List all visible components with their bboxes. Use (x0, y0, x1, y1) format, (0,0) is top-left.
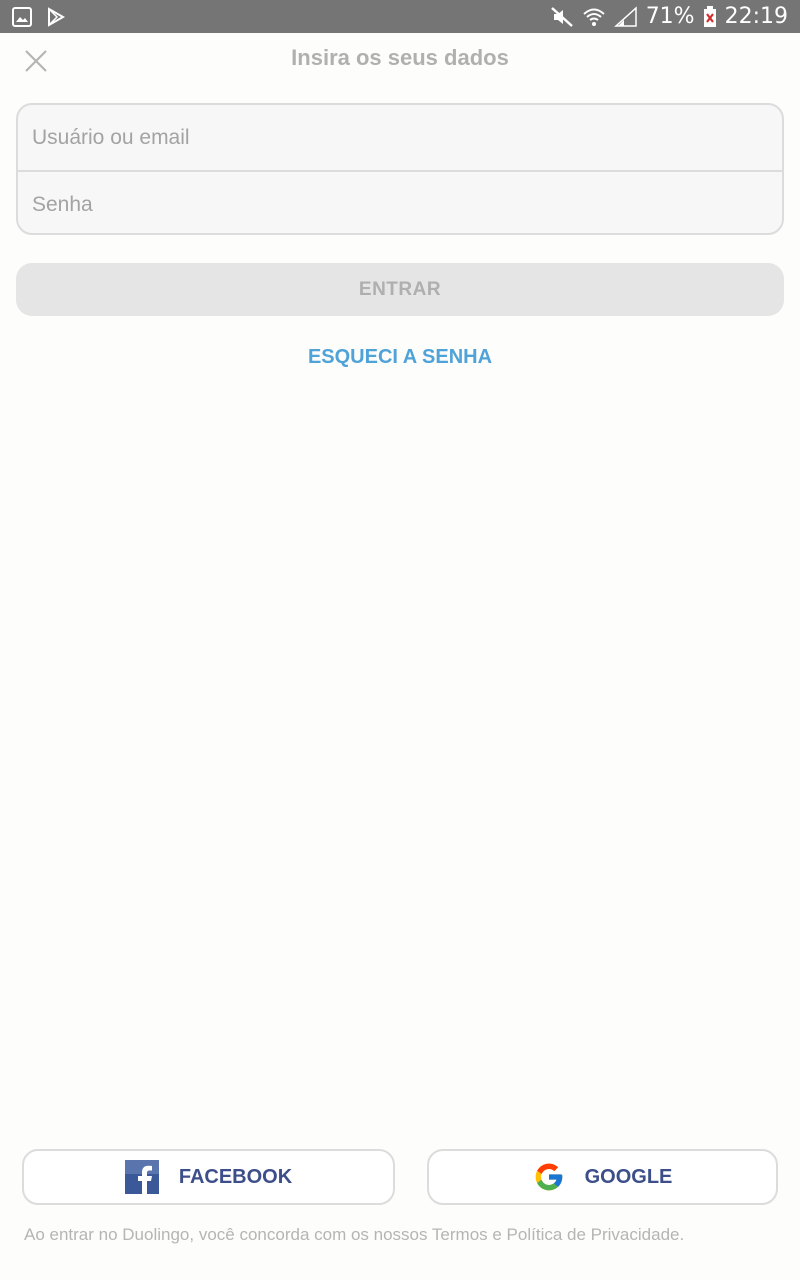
status-bar: 71% 22:19 (0, 0, 800, 33)
play-store-notification-icon (46, 6, 66, 27)
facebook-icon (124, 1160, 159, 1194)
wifi-icon (582, 6, 606, 28)
mute-icon (550, 6, 574, 28)
battery-icon (703, 5, 717, 28)
terms-text: Ao entrar no Duolingo, você concorda com… (24, 1225, 685, 1244)
header: Insira os seus dados (0, 33, 800, 85)
clock: 22:19 (724, 4, 788, 29)
forgot-password-link[interactable]: ESQUECI A SENHA (0, 346, 800, 369)
login-button[interactable]: ENTRAR (16, 263, 784, 316)
page-title: Insira os seus dados (291, 45, 509, 70)
password-input[interactable] (18, 172, 782, 233)
username-input[interactable] (18, 105, 782, 170)
gallery-notification-icon (12, 6, 32, 27)
facebook-login-button[interactable]: FACEBOOK (22, 1149, 395, 1205)
google-login-button[interactable]: GOOGLE (427, 1149, 778, 1205)
signal-icon (613, 5, 638, 28)
battery-percent: 71% (645, 4, 695, 29)
login-form (16, 103, 784, 235)
facebook-label: FACEBOOK (178, 1165, 293, 1188)
google-icon (533, 1161, 565, 1193)
google-label: GOOGLE (584, 1165, 673, 1188)
